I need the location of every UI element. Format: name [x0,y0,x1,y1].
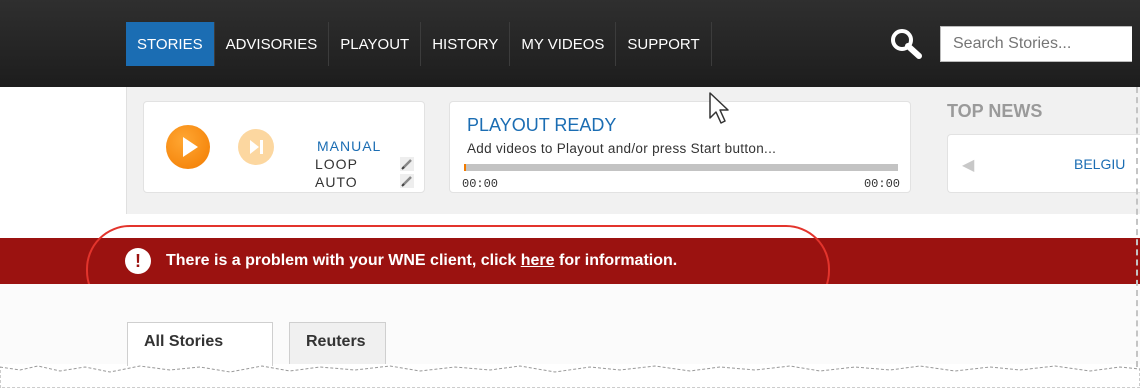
news-prev-arrow-icon[interactable]: ◀ [962,155,974,175]
tab-reuters[interactable]: Reuters [289,322,386,364]
skip-next-icon [250,140,259,154]
time-total: 00:00 [863,177,900,191]
playout-controls-card: MANUAL LOOP AUTO [143,101,425,193]
edit-auto-icon[interactable] [400,174,414,188]
nav-item-playout[interactable]: PLAYOUT [329,22,422,66]
search-icon[interactable] [888,28,924,60]
edit-loop-icon[interactable] [400,157,414,171]
story-tabs-area: All Stories Reuters [0,284,1140,366]
nav-item-advisories[interactable]: ADVISORIES [215,22,330,66]
alert-info-link[interactable]: here [521,252,555,269]
client-error-alert: ! There is a problem with your WNE clien… [0,238,1140,284]
nav-item-stories[interactable]: STORIES [126,22,215,66]
nav-item-history[interactable]: HISTORY [421,22,511,66]
playout-status-card: PLAYOUT READY Add videos to Playout and/… [449,101,911,193]
top-navigation-bar: STORIES ADVISORIES PLAYOUT HISTORY MY VI… [0,0,1140,87]
playout-status-message: Add videos to Playout and/or press Start… [467,141,777,156]
torn-edge-decoration [0,365,1140,388]
skip-next-button[interactable] [238,129,274,165]
tab-all-stories[interactable]: All Stories [127,322,273,366]
mouse-pointer-icon [709,92,729,124]
mode-auto-option[interactable]: AUTO [315,174,358,190]
playout-panel: MANUAL LOOP AUTO PLAYOUT READY Add video… [126,87,1140,214]
playout-status-title: PLAYOUT READY [467,115,617,135]
alert-message: There is a problem with your WNE client,… [166,252,678,269]
play-button[interactable] [166,125,210,169]
top-news-card: ◀ BELGIU [947,134,1140,193]
main-nav: STORIES ADVISORIES PLAYOUT HISTORY MY VI… [126,22,712,66]
mode-loop-option[interactable]: LOOP [315,156,358,172]
playout-progress-bar [464,164,898,171]
search-input[interactable] [940,26,1132,62]
nav-item-support[interactable]: SUPPORT [616,22,712,66]
mode-manual-option[interactable]: MANUAL [317,138,381,154]
top-news-title: TOP NEWS [947,101,1043,121]
playout-progress-fill [464,164,467,171]
time-elapsed: 00:00 [462,177,499,191]
top-news-headline[interactable]: BELGIU [1074,156,1125,172]
nav-item-my-videos[interactable]: MY VIDEOS [510,22,617,66]
exclamation-icon: ! [125,248,151,274]
